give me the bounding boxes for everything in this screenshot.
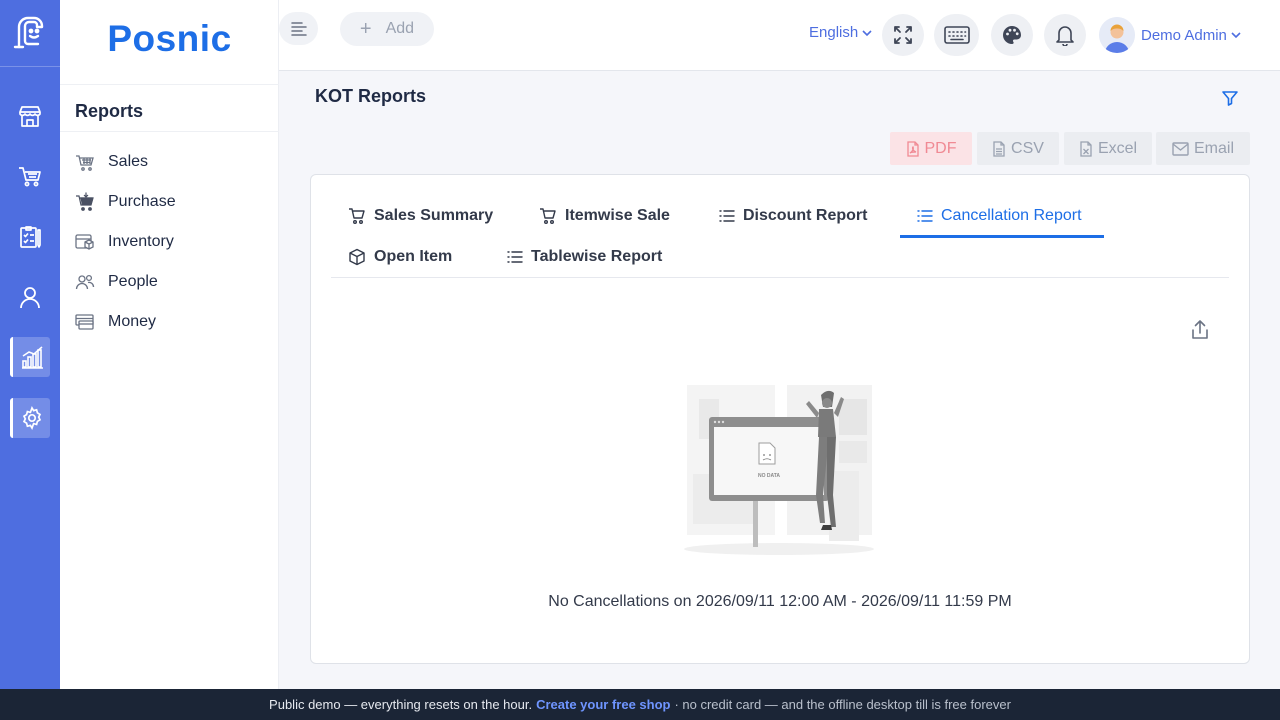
chart-icon [21,346,43,369]
icon-rail [0,0,60,689]
user-icon [20,287,40,309]
sidebar-item-label: Inventory [108,233,174,250]
chevron-down-icon [862,29,872,36]
tabs-divider [331,277,1229,278]
tab-label: Open Item [374,248,453,265]
app-logo-icon[interactable] [10,12,50,52]
notifications-button[interactable] [1044,14,1086,56]
export-pdf-button[interactable]: PDF [890,132,972,165]
gear-icon [22,406,41,430]
list-icon [719,209,735,223]
csv-file-icon [992,140,1006,157]
page-title: KOT Reports [315,86,427,106]
demo-banner-text: Public demo — everything resets on the h… [269,697,533,712]
store-icon [19,106,41,127]
theme-button[interactable] [991,14,1033,56]
report-card: Sales Summary Itemwise Sale Discount Rep… [310,174,1250,664]
bell-icon [1056,26,1074,46]
tab-discount-report[interactable]: Discount Report [719,204,867,228]
rail-reports-button[interactable] [10,337,50,377]
export-csv-label: CSV [1011,139,1044,157]
reports-sidebar: Posnic Reports Sales Purchase Inventory … [60,0,279,689]
money-icon [75,312,95,332]
sidebar-item-inventory[interactable]: Inventory [75,230,174,254]
fullscreen-button[interactable] [882,14,924,56]
sidebar-title: Reports [75,101,144,121]
empty-state-message: No Cancellations on 2026/09/11 12:00 AM … [548,593,1012,610]
list-icon [917,209,933,223]
tab-itemwise-sale[interactable]: Itemwise Sale [539,204,670,228]
rail-divider [0,66,60,67]
tab-sales-summary[interactable]: Sales Summary [348,204,493,228]
export-excel-button[interactable]: Excel [1064,132,1152,165]
language-label: English [809,24,859,41]
purchase-cart-icon [75,192,95,212]
language-select[interactable]: English [809,24,873,41]
demo-banner: Public demo — everything resets on the h… [0,689,1280,720]
sidebar-item-label: Money [108,313,157,330]
rail-store-button[interactable] [10,96,50,136]
sidebar-item-purchase[interactable]: Purchase [75,190,176,214]
rail-settings-button[interactable] [10,398,50,438]
rail-clipboard-button[interactable] [10,217,50,257]
user-name: Demo Admin [1141,26,1227,44]
cart-icon [19,167,41,187]
keyboard-icon [943,26,970,44]
sidebar-item-label: People [108,273,158,290]
rail-user-button[interactable] [10,277,50,317]
keyboard-button[interactable] [934,14,979,56]
tab-label: Tablewise Report [531,248,663,265]
tab-tablewise-report[interactable]: Tablewise Report [507,245,662,269]
export-email-label: Email [1193,139,1234,157]
menu-toggle-button[interactable] [279,12,318,45]
user-menu[interactable]: Demo Admin [1099,17,1242,53]
envelope-icon [1172,141,1189,156]
sidebar-item-label: Purchase [108,193,176,210]
demo-banner-suffix: · no credit card — and the offline deskt… [674,697,1011,712]
top-header: + Add English Demo Admin [279,0,1280,71]
add-button[interactable]: + Add [340,12,434,46]
sidebar-item-label: Sales [108,153,149,170]
tab-cancellation-report[interactable]: Cancellation Report [917,204,1082,228]
illustration-text: NO DATA [758,473,780,479]
avatar [1099,17,1135,53]
sidebar-divider [60,131,279,132]
export-pdf-label: PDF [924,139,957,157]
rail-cart-button[interactable] [10,156,50,196]
share-export-icon[interactable] [1190,319,1210,341]
menu-icon [290,21,307,36]
cart-icon [539,207,557,225]
export-csv-button[interactable]: CSV [977,132,1059,165]
pdf-file-icon [906,140,920,157]
sidebar-item-people[interactable]: People [75,270,158,294]
plus-icon: + [359,18,372,40]
fullscreen-icon [894,26,912,44]
list-icon [507,250,523,264]
add-button-label: Add [385,20,415,37]
tab-label: Sales Summary [374,207,494,224]
clipboard-icon [20,226,41,248]
palette-icon [1003,26,1021,44]
basket-icon [75,152,95,172]
no-data-illustration: NO DATA [679,379,879,559]
sidebar-divider [60,84,279,85]
tab-label: Cancellation Report [941,207,1082,224]
export-email-button[interactable]: Email [1156,132,1250,165]
active-tab-indicator [900,235,1104,238]
sidebar-item-sales[interactable]: Sales [75,150,148,174]
sidebar-item-money[interactable]: Money [75,310,156,334]
brand-logo[interactable]: Posnic [60,18,279,60]
tab-label: Itemwise Sale [565,207,670,224]
people-icon [75,272,95,292]
box-icon [348,248,366,266]
cart-icon [348,207,366,225]
create-shop-link[interactable]: Create your free shop [536,697,670,712]
excel-file-icon [1079,140,1093,157]
filter-icon[interactable] [1220,88,1240,108]
chevron-down-icon [1231,32,1241,39]
tab-label: Discount Report [743,207,868,224]
inventory-icon [75,232,95,252]
tab-open-item[interactable]: Open Item [348,245,452,269]
export-excel-label: Excel [1097,139,1138,157]
